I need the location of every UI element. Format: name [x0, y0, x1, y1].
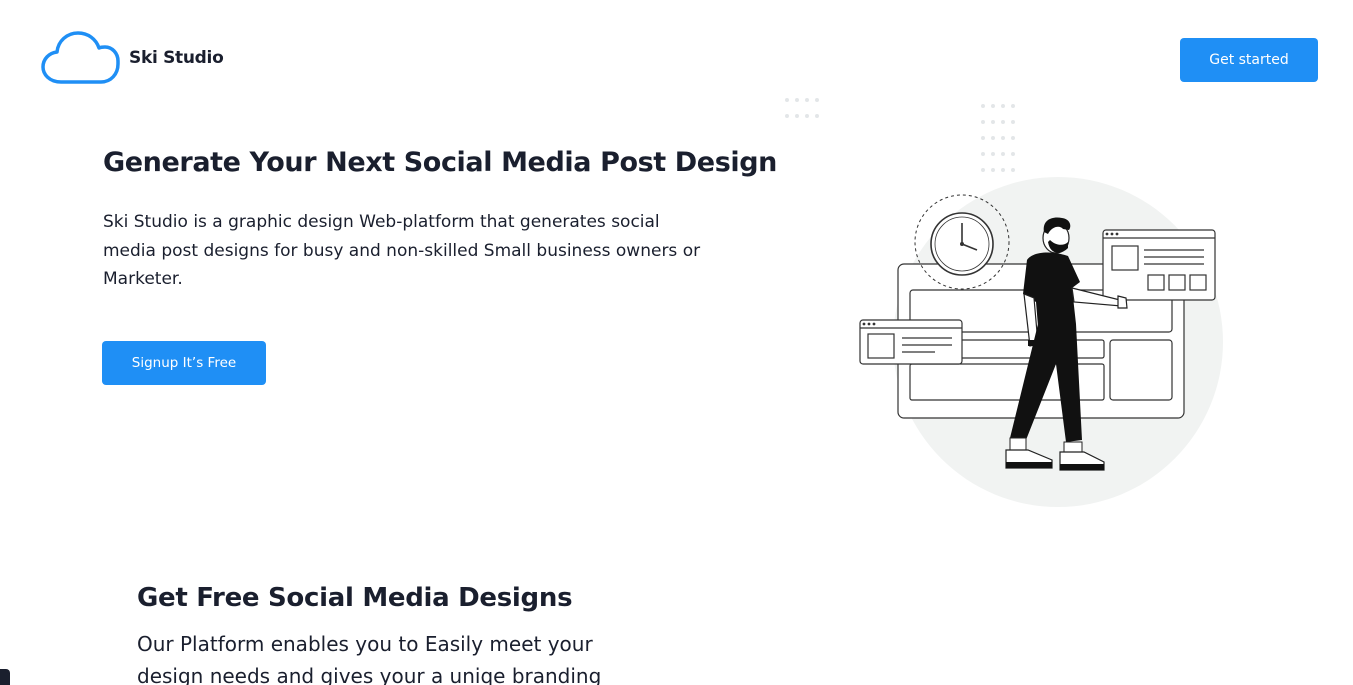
- features-title: Get Free Social Media Designs: [137, 583, 573, 613]
- dot-grid-left: [785, 98, 819, 118]
- landing-page: Ski Studio Get started Generate Your Nex…: [0, 0, 1353, 685]
- chat-widget-tab[interactable]: [0, 669, 10, 685]
- hero-title: Generate Your Next Social Media Post Des…: [103, 147, 777, 178]
- cloud-icon: [41, 31, 120, 84]
- get-started-button[interactable]: Get started: [1180, 38, 1318, 82]
- hero-illustration: [785, 98, 1223, 507]
- window-right-icon: [1102, 229, 1216, 301]
- window-left-icon: [859, 319, 963, 365]
- dot-grid-right: [981, 104, 1015, 172]
- signup-button[interactable]: Signup It’s Free: [102, 341, 266, 385]
- brand-name: Ski Studio: [129, 48, 224, 68]
- hero-description: Ski Studio is a graphic design Web-platf…: [103, 212, 701, 289]
- features-description: Our Platform enables you to Easily meet …: [137, 632, 602, 685]
- brand-logo[interactable]: Ski Studio: [41, 30, 224, 86]
